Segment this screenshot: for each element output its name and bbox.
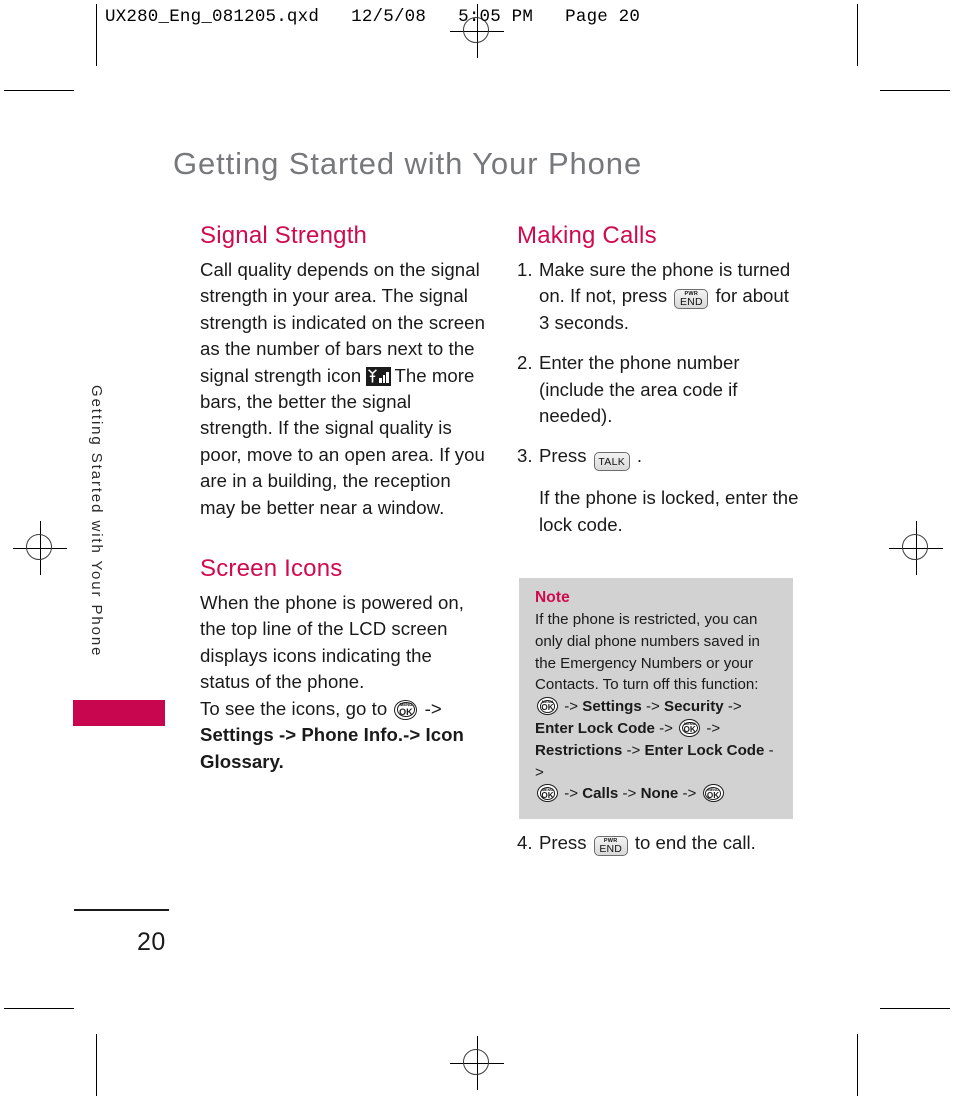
step-number: 4. [517,832,533,853]
left-column: Signal Strength Call quality depends on … [200,222,485,775]
note-title: Note [535,589,570,606]
registration-target-icon [450,1036,504,1090]
signal-strength-icon [366,366,392,386]
registration-target-icon [13,521,67,575]
note-path-settings: Settings [582,698,642,716]
menu-ok-key-main-label: OK [706,790,720,800]
note-arrow: -> [659,719,673,737]
note-path-none: None [640,785,679,803]
screen-icons-text-2-prefix: To see the icons, go to [200,697,388,719]
note-arrow: -> [646,698,660,716]
step-text-before-key: Press [539,445,587,467]
step-text-before-key: Press [539,832,587,853]
note-box: Note If the phone is restricted, you can… [519,578,793,820]
arrow-2: -> [278,724,297,746]
menu-ok-key-main-label: OK [399,706,413,717]
step-item: 1. Make sure the phone is turned on. If … [517,257,802,336]
step-number: 1. [517,259,533,280]
note-body: If the phone is restricted, you can only… [535,609,779,805]
menu-ok-key-icon: MENU OK [537,784,558,803]
menu-ok-key-icon: MENU OK [679,718,701,737]
menu-path-phone-info: Phone Info. [301,724,404,746]
step3-follow-up-text: If the phone is locked, enter the lock c… [539,487,799,535]
section-heading-making-calls: Making Calls [517,222,657,249]
crop-mark-bottom-left-v [96,1034,97,1096]
note-arrow: -> [564,698,579,716]
menu-ok-key-icon: MENU OK [537,697,558,716]
step-text-after-key: . [636,445,643,467]
screen-icons-text-1: When the phone is powered on, the top li… [200,592,465,693]
note-path-enter-lock-code-2: Enter Lock Code [644,741,765,759]
pwr-end-key-main-label: END [679,296,703,309]
right-column: Making Calls 1. Make sure the phone is t… [517,222,802,552]
note-path-security: Security [664,698,724,716]
menu-ok-key-icon: MENU OK [702,784,724,803]
step-text: Press TALK . [539,443,802,472]
note-arrow: -> [706,719,721,737]
step-text-after-key: to end the call. [634,832,756,853]
menu-ok-key-icon: MENU OK [394,699,418,720]
talk-key-icon: TALK [593,452,630,472]
crop-mark-bottom-left-h [4,1008,74,1009]
section-heading-signal-strength: Signal Strength [200,222,368,249]
section-heading-screen-icons: Screen Icons [200,555,343,583]
menu-ok-key-main-label: OK [541,790,554,800]
note-body-text: If the phone is restricted, you can only… [535,611,760,694]
arrow-1: -> [424,697,442,719]
note-path-enter-lock-code-1: Enter Lock Code [535,719,655,737]
note-arrow: -> [622,785,637,803]
step-number: 2. [517,352,533,374]
note-arrow: -> [682,785,697,803]
pwr-end-key-main-label: END [599,843,623,855]
menu-path-settings: Settings [200,724,274,746]
side-tab-accent-block [73,700,165,726]
step-text: Press PWR END to end the call. [539,830,802,856]
menu-ok-key-main-label: OK [541,703,554,713]
crop-mark-bottom-right-v [857,1034,858,1096]
pwr-end-key-icon: PWR END [674,288,709,309]
screen-icons-paragraph: When the phone is powered on, the top li… [200,590,485,775]
registration-target-icon [889,521,943,575]
step-item: 4. Press PWR END to end the call. [517,830,802,856]
signal-strength-paragraph: Call quality depends on the signal stren… [200,257,485,521]
step-text: Enter the phone number (include the area… [539,352,740,427]
note-arrow: -> [727,698,742,716]
crop-mark-bottom-right-h [880,1008,950,1009]
signal-strength-text-after-icon: The more bars, the better the signal str… [200,364,485,518]
arrow-3: -> [403,724,421,746]
page-title: Getting Started with Your Phone [173,146,643,181]
note-path-restrictions: Restrictions [535,741,623,759]
crop-mark-top-right-v [857,4,858,66]
step-item: 3. Press TALK . [517,443,802,472]
note-arrow: -> [626,741,641,759]
crop-mark-top-right-h [880,90,950,91]
step-item: 2. Enter the phone number (include the a… [517,350,802,429]
page-number: 20 [137,928,166,956]
running-head: UX280_Eng_081205.qxd 12/5/08 5:05 PM Pag… [105,7,641,27]
note-arrow: -> [564,785,579,803]
step-number: 3. [517,445,533,467]
crop-mark-top-left-h [4,90,74,91]
footer-rule [74,909,169,911]
crop-mark-top-left-v [96,4,97,66]
side-tab-label: Getting Started with Your Phone [88,385,105,658]
note-path-calls: Calls [582,785,619,803]
menu-ok-key-main-label: OK [683,725,696,735]
pwr-end-key-icon: PWR END [593,835,628,856]
step-text: Make sure the phone is turned on. If not… [539,257,802,336]
